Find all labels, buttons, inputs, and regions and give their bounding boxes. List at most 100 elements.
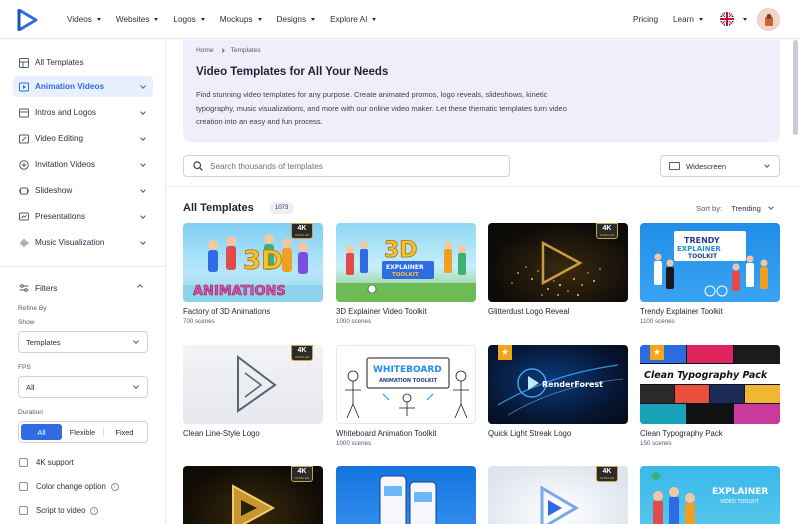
filters-toggle[interactable]: Filters <box>19 283 57 293</box>
svg-text:WHITEBOARD: WHITEBOARD <box>373 365 442 375</box>
chevron-down-icon <box>372 18 377 21</box>
card-title[interactable]: Clean Line-Style Logo <box>183 429 323 438</box>
svg-text:EXPLAINER: EXPLAINER <box>712 487 768 497</box>
chevron-down-icon <box>140 213 146 219</box>
sliders-icon <box>19 283 29 293</box>
nav-videos[interactable]: Videos <box>67 15 101 24</box>
chevron-down-icon <box>140 239 146 245</box>
aspect-ratio-select[interactable]: Widescreen <box>660 155 780 177</box>
template-card[interactable]: RenderForest ★ Quick Light Streak Logo <box>488 345 628 440</box>
card-title[interactable]: Clean Typography Pack <box>640 429 780 438</box>
template-card[interactable] <box>336 466 476 524</box>
breadcrumb: Home Templates <box>196 47 261 54</box>
template-card[interactable]: 3D EXPLAINER TOOLKIT 3D Explainer Video … <box>336 223 476 325</box>
template-icon <box>19 57 29 68</box>
card-title[interactable]: Factory of 3D Animations <box>183 307 323 316</box>
section-title: All Templates <box>183 202 254 214</box>
chevron-down-icon <box>140 83 146 89</box>
template-thumbnail[interactable]: EXPLAINER VIDEO TOOLKIT <box>640 466 780 524</box>
chevron-down-icon <box>311 18 316 21</box>
info-icon[interactable]: i <box>110 482 119 491</box>
nav-mockups[interactable]: Mockups <box>220 15 262 24</box>
template-thumbnail[interactable]: 3D ANIMATIONS 4K ULTRA HD <box>183 223 323 302</box>
card-title[interactable]: Quick Light Streak Logo <box>488 429 628 438</box>
template-card[interactable]: 4K ULTRA HD <box>183 466 323 524</box>
template-thumbnail[interactable]: Clean Typography Pack ★ <box>640 345 780 424</box>
sort-control[interactable]: Sort by: Trending <box>696 204 774 213</box>
sidebar-item-intros-logos[interactable]: Intros and Logos <box>13 102 153 123</box>
duration-all-button[interactable]: All <box>21 424 62 440</box>
template-card[interactable]: EXPLAINER VIDEO TOOLKIT <box>640 466 780 524</box>
checkbox-4k-support[interactable]: 4K support <box>19 458 74 467</box>
sidebar-item-all-templates[interactable]: All Templates <box>13 52 153 73</box>
template-thumbnail[interactable] <box>336 466 476 524</box>
template-thumbnail[interactable]: WHITEBOARD ANIMATION TOOLKIT <box>336 345 476 424</box>
template-thumbnail[interactable]: 4K ULTRA HD <box>488 466 628 524</box>
trendy-explainer-illustration: TRENDY EXPLAINER TOOLKIT <box>654 231 768 297</box>
checkbox-color-change[interactable]: Color change option i <box>19 482 119 491</box>
sidebar-item-music-visualization[interactable]: Music Visualization <box>13 232 153 253</box>
card-title[interactable]: 3D Explainer Video Toolkit <box>336 307 476 316</box>
template-card[interactable]: 4K ULTRA HD Clean Line-Style Logo <box>183 345 323 440</box>
phone-mockup-illustration <box>379 475 437 524</box>
nav-websites[interactable]: Websites <box>116 15 159 24</box>
sidebar-item-invitation-videos[interactable]: Invitation Videos <box>13 154 153 175</box>
template-thumbnail[interactable]: 4K ULTRA HD <box>183 345 323 424</box>
card-title[interactable]: Glitterdust Logo Reveal <box>488 307 628 316</box>
template-thumbnail[interactable]: RenderForest ★ <box>488 345 628 424</box>
scrollbar[interactable] <box>793 40 798 135</box>
template-card[interactable]: 3D ANIMATIONS 4K ULTRA HD Factory of 3D A… <box>183 223 323 325</box>
sidebar-item-slideshow[interactable]: Slideshow <box>13 180 153 201</box>
sidebar-item-presentations[interactable]: Presentations <box>13 206 153 227</box>
explainer-video-illustration: EXPLAINER VIDEO TOOLKIT <box>652 472 768 524</box>
show-select[interactable]: Templates <box>18 331 148 353</box>
duration-label: Duration <box>18 409 43 416</box>
template-thumbnail[interactable]: 4K ULTRA HD <box>183 466 323 524</box>
chevron-down-icon[interactable] <box>743 18 747 21</box>
template-card[interactable]: 4K ULTRA HD Glitterdust Logo Reveal <box>488 223 628 318</box>
sidebar-item-video-editing[interactable]: Video Editing <box>13 128 153 149</box>
template-thumbnail[interactable]: TRENDY EXPLAINER TOOLKIT <box>640 223 780 302</box>
card-title[interactable]: Trendy Explainer Toolkit <box>640 307 780 316</box>
card-subtitle: 1000 scenes <box>336 440 372 447</box>
template-card[interactable]: TRENDY EXPLAINER TOOLKIT Trendy Explaine… <box>640 223 780 325</box>
duration-fixed-button[interactable]: Fixed <box>104 424 145 440</box>
template-thumbnail[interactable]: 4K ULTRA HD <box>488 223 628 302</box>
count-badge: 1073 <box>269 202 295 214</box>
logo-icon[interactable] <box>16 9 38 31</box>
user-icon <box>764 14 773 26</box>
template-thumbnail[interactable]: 3D EXPLAINER TOOLKIT <box>336 223 476 302</box>
4k-badge: 4K ULTRA HD <box>291 345 313 361</box>
fps-label: FPS <box>18 364 31 371</box>
nav-logos[interactable]: Logos <box>173 15 205 24</box>
avatar[interactable] <box>757 8 780 31</box>
template-card[interactable]: 4K ULTRA HD <box>488 466 628 524</box>
nav-learn[interactable]: Learn <box>673 15 703 24</box>
chevron-down-icon <box>698 18 703 21</box>
nav-explore-ai[interactable]: Explore AI <box>330 15 377 24</box>
4k-badge: 4K ULTRA HD <box>596 223 618 239</box>
nav-pricing[interactable]: Pricing <box>633 15 658 24</box>
explainer-characters-illustration: 3D EXPLAINER TOOLKIT <box>336 238 476 302</box>
card-subtitle: 1000 scenes <box>336 318 372 325</box>
sidebar-item-animation-videos[interactable]: Animation Videos <box>13 76 153 97</box>
search-input[interactable] <box>210 161 500 171</box>
breadcrumb-home[interactable]: Home <box>196 47 214 54</box>
duration-flexible-button[interactable]: Flexible <box>62 424 103 440</box>
checkbox-script-to-video[interactable]: Script to video i <box>19 506 99 515</box>
chevron-down-icon <box>768 204 774 210</box>
checkbox[interactable] <box>19 458 28 467</box>
uk-flag-icon[interactable] <box>720 12 734 26</box>
card-title[interactable]: Whiteboard Animation Toolkit <box>336 429 476 438</box>
chevron-down-icon <box>200 18 205 21</box>
template-card[interactable]: Clean Typography Pack ★ Clean Typography… <box>640 345 780 447</box>
checkbox[interactable] <box>19 506 28 515</box>
chevron-down-icon <box>133 338 139 344</box>
checkbox[interactable] <box>19 482 28 491</box>
template-card[interactable]: WHITEBOARD ANIMATION TOOLKIT Whiteboard … <box>336 345 476 447</box>
nav-designs[interactable]: Designs <box>277 15 316 24</box>
fps-select[interactable]: All <box>18 376 148 398</box>
info-icon[interactable]: i <box>90 506 99 515</box>
widescreen-icon <box>669 162 680 170</box>
waveform-icon <box>19 238 29 248</box>
